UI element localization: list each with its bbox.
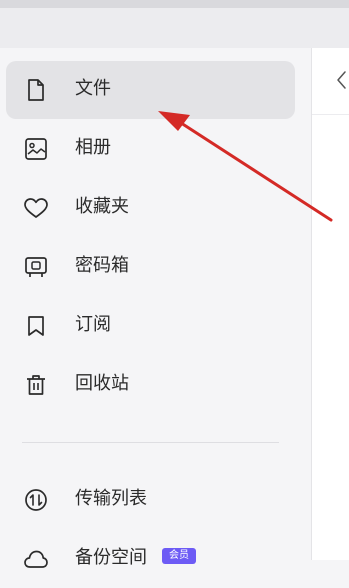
sidebar-item-label: 文件 xyxy=(75,78,111,99)
vip-badge: 会员 xyxy=(162,548,196,564)
transfer-icon xyxy=(25,489,47,511)
sidebar-item-recycle-bin[interactable]: 回收站 xyxy=(6,356,295,414)
file-icon xyxy=(28,79,44,101)
sidebar-item-password-box[interactable]: 密码箱 xyxy=(6,238,295,296)
sidebar-item-album[interactable]: 相册 xyxy=(6,120,295,178)
sidebar-item-backup-space[interactable]: 备份空间 xyxy=(6,530,295,588)
sidebar-item-label: 订阅 xyxy=(75,314,111,335)
photo-album-icon xyxy=(25,138,47,160)
main-content-area xyxy=(311,48,349,560)
sidebar-item-label: 回收站 xyxy=(75,373,129,394)
sidebar-item-label: 传输列表 xyxy=(75,488,147,509)
sidebar-item-label: 密码箱 xyxy=(75,255,129,276)
sidebar: 文件 相册 收藏夹 密码箱 订阅 回收站 传输列表 备份空间 会员 xyxy=(0,48,311,568)
back-chevron-icon[interactable] xyxy=(334,68,348,92)
sidebar-item-label: 相册 xyxy=(75,137,111,158)
sidebar-divider xyxy=(22,442,279,443)
cloud-backup-icon xyxy=(24,550,48,568)
sidebar-item-subscriptions[interactable]: 订阅 xyxy=(6,297,295,355)
window-top-edge xyxy=(0,0,349,8)
sidebar-item-label: 备份空间 xyxy=(75,547,147,568)
sidebar-item-transfer-list[interactable]: 传输列表 xyxy=(6,471,295,529)
header-bar xyxy=(0,8,349,48)
sidebar-item-favorites[interactable]: 收藏夹 xyxy=(6,179,295,237)
heart-icon xyxy=(24,198,48,218)
sidebar-item-files[interactable]: 文件 xyxy=(6,61,295,119)
bookmark-icon xyxy=(28,316,44,336)
trash-icon xyxy=(27,375,45,395)
safe-box-icon xyxy=(25,257,47,277)
sidebar-item-label: 收藏夹 xyxy=(75,196,129,217)
content-header-divider xyxy=(312,114,349,115)
